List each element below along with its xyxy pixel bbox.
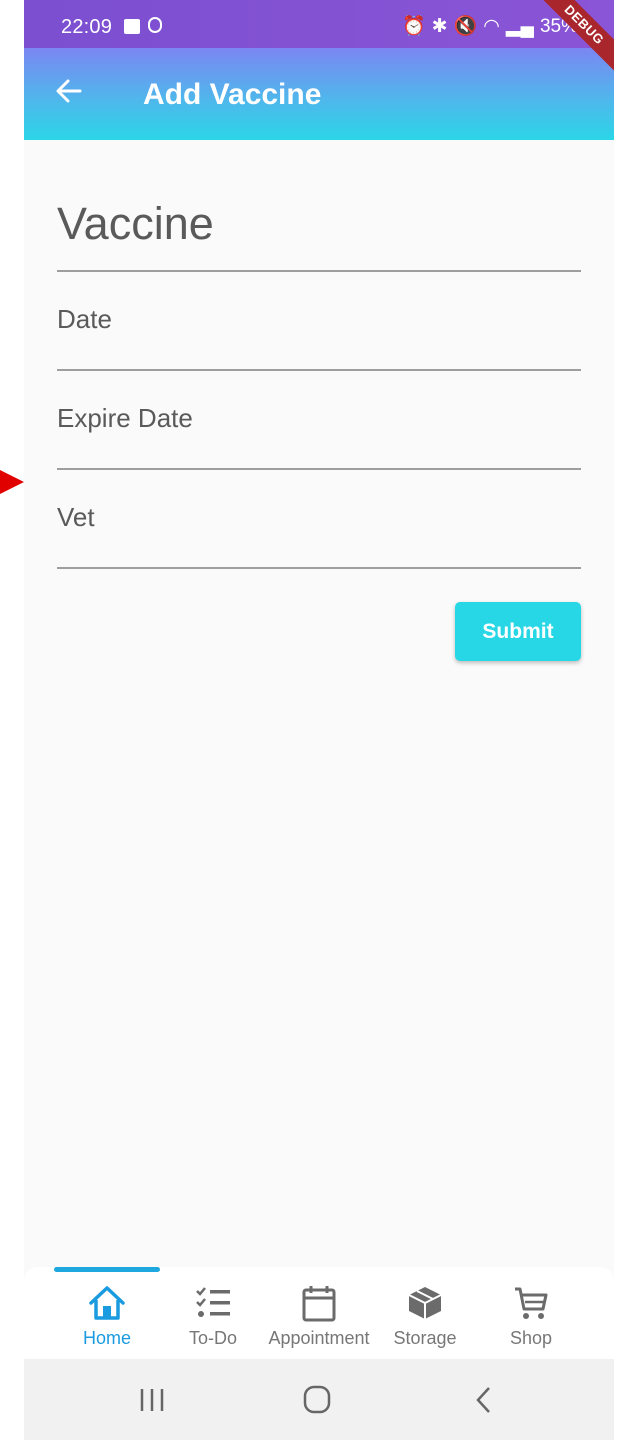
home-icon (89, 1286, 125, 1320)
vet-field-wrapper (57, 470, 581, 569)
back-chevron-icon[interactable] (464, 1383, 504, 1417)
nav-item-home[interactable]: Home (54, 1267, 160, 1359)
status-icons: ⏰ ✱ 🔇 ◠ ▂▄ 35% (402, 14, 584, 38)
nav-label-home: Home (82, 1328, 131, 1348)
nav-item-storage[interactable]: Storage (372, 1267, 478, 1359)
mute-icon: 🔇 (453, 16, 478, 37)
expire-date-field-wrapper (57, 371, 581, 470)
vet-input[interactable] (57, 502, 581, 533)
system-navigation-bar (24, 1359, 614, 1440)
nav-label-todo: To-Do (188, 1328, 237, 1348)
nav-label-storage: Storage (393, 1328, 457, 1348)
date-field-wrapper (57, 272, 581, 371)
nav-label-shop: Shop (509, 1328, 553, 1348)
shield-icon (148, 17, 162, 33)
bluetooth-icon: ✱ (431, 16, 448, 37)
message-icon (124, 19, 140, 34)
expire-date-input[interactable] (57, 403, 581, 434)
submit-button[interactable]: Submit (455, 602, 581, 661)
checklist-icon (196, 1287, 230, 1317)
nav-item-appointment[interactable]: Appointment (266, 1267, 372, 1359)
annotation-arrow (0, 470, 24, 494)
box-icon (408, 1287, 442, 1319)
nav-item-todo[interactable]: To-Do (160, 1267, 266, 1359)
signal-icon: ▂▄ (505, 16, 534, 37)
status-time: 22:09 (61, 16, 113, 38)
nav-label-appointment: Appointment (268, 1328, 370, 1348)
home-circle-icon[interactable] (297, 1383, 337, 1417)
vaccine-input[interactable] (57, 198, 581, 250)
bottom-navigation: Home To-Do Appointment Storage Shop (24, 1267, 614, 1359)
arrow-left-icon[interactable] (54, 76, 84, 114)
vaccine-form (57, 140, 581, 569)
vaccine-field-wrapper (57, 140, 581, 272)
page-title: Add Vaccine (143, 78, 322, 111)
calendar-icon (302, 1286, 336, 1322)
recent-apps-icon[interactable] (132, 1383, 172, 1417)
status-bar: 22:09 ⏰ ✱ 🔇 ◠ ▂▄ 35% (24, 0, 614, 48)
phone-screen: 22:09 ⏰✱🔇◠▂▄35% Add Vaccine DEBUG Submit (24, 0, 614, 1440)
alarm-icon: ⏰ (402, 16, 426, 37)
date-input[interactable] (57, 304, 581, 335)
cart-icon (515, 1287, 548, 1319)
app-bar: Add Vaccine (24, 48, 614, 140)
wifi-icon: ◠ (483, 16, 500, 37)
nav-item-shop[interactable]: Shop (478, 1267, 584, 1359)
